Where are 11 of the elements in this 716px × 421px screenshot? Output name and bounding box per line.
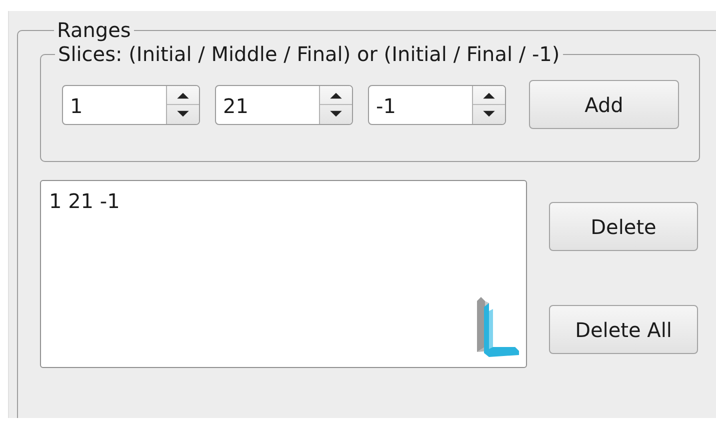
list-item[interactable]: 1 21 -1 [49,189,120,213]
delete-button[interactable]: Delete All [549,305,698,354]
list-box[interactable]: 1 21 -1 [40,180,527,368]
delete-button[interactable]: Delete [549,202,698,251]
logo-icon [475,297,520,357]
number-spinbox[interactable]: 1 [62,84,200,124]
group-title: Ranges [56,18,132,42]
group-title: Slices: (Initial / Middle / Final) or (Initial / Final / -1) [57,42,561,66]
number-spinbox[interactable]: 21 [215,84,353,124]
add-button[interactable]: Add [529,80,679,129]
number-spinbox[interactable]: -1 [368,84,506,124]
